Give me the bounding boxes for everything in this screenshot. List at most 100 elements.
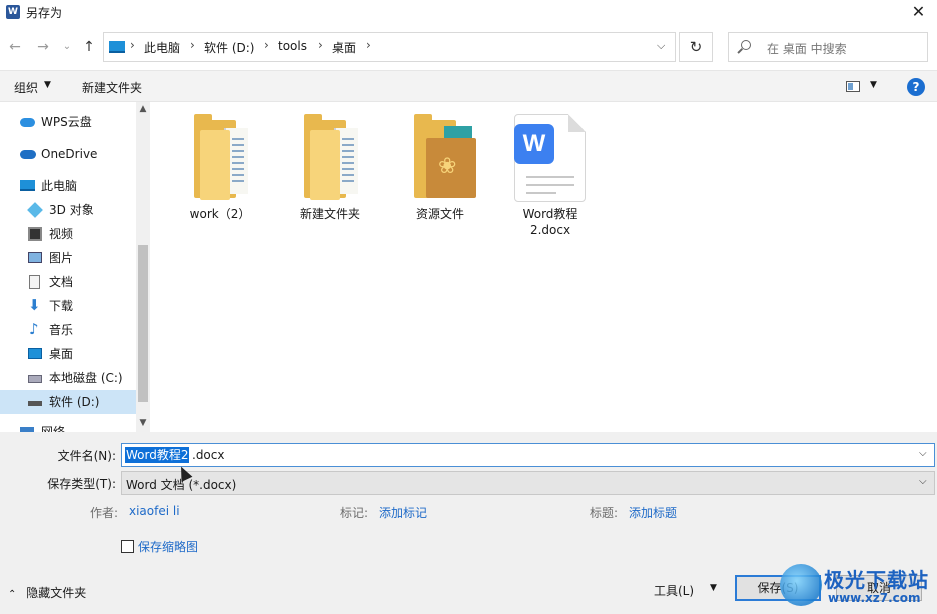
- breadcrumb-separator[interactable]: ›: [366, 38, 371, 52]
- chevron-down-icon[interactable]: ⌵: [919, 476, 927, 487]
- breadcrumb-separator[interactable]: ›: [190, 38, 195, 52]
- sidebar-item-network[interactable]: 网络: [0, 420, 136, 432]
- word-app-icon: W: [6, 5, 20, 19]
- sidebar-item-downloads[interactable]: ⬇ 下载: [0, 294, 136, 318]
- filename-label: 文件名(N):: [57, 449, 116, 463]
- sidebar-item-pictures[interactable]: 图片: [0, 246, 136, 270]
- sidebar-item-drive-d[interactable]: 软件 (D:): [0, 390, 136, 414]
- folder-icon: [414, 114, 476, 200]
- sidebar-item-label: 图片: [49, 251, 74, 265]
- watermark: 极光下载站 www.xz7.com: [780, 560, 937, 614]
- sidebar-item-label: OneDrive: [41, 147, 98, 161]
- tools-button[interactable]: 工具(L): [654, 582, 694, 599]
- help-icon: ?: [912, 80, 920, 94]
- sidebar-item-3d-objects[interactable]: 3D 对象: [0, 198, 136, 222]
- scrollbar-thumb[interactable]: [138, 245, 148, 402]
- new-folder-button[interactable]: 新建文件夹: [82, 79, 142, 96]
- search-input[interactable]: 在 桌面 中搜索: [767, 40, 847, 57]
- tags-field[interactable]: 添加标记: [379, 504, 427, 521]
- file-name-line: Word教程: [522, 207, 578, 221]
- address-bar[interactable]: › 此电脑 › 软件 (D:) › tools › 桌面 › ⌵: [103, 32, 676, 62]
- view-mode-icon[interactable]: [846, 81, 860, 92]
- forward-arrow-icon: →: [37, 39, 49, 55]
- folder-icon: [194, 114, 256, 200]
- sidebar-item-videos[interactable]: 视频: [0, 222, 136, 246]
- sidebar-item-label: 视频: [49, 227, 74, 241]
- computer-icon: [20, 180, 35, 191]
- folder-icon: [304, 114, 366, 200]
- watermark-text: 极光下载站: [824, 568, 929, 592]
- sidebar-item-onedrive[interactable]: OneDrive: [0, 142, 136, 166]
- computer-icon: [109, 41, 125, 53]
- search-box[interactable]: 在 桌面 中搜索: [728, 32, 928, 62]
- document-icon: [29, 275, 40, 289]
- dropdown-arrow-icon[interactable]: ▼: [44, 80, 51, 90]
- scroll-down-icon[interactable]: ▼: [136, 418, 150, 428]
- hide-folders-button[interactable]: ⌃ 隐藏文件夹: [8, 584, 86, 601]
- dropdown-arrow-icon[interactable]: ▼: [870, 80, 877, 90]
- sidebar-item-music[interactable]: ♪ 音乐: [0, 318, 136, 342]
- filename-input[interactable]: Word教程2 .docx ⌵: [121, 443, 935, 467]
- author-field[interactable]: xiaofei li: [129, 504, 180, 518]
- sidebar-item-label: 此电脑: [41, 179, 78, 193]
- video-icon: [28, 227, 42, 241]
- organize-button[interactable]: 组织: [14, 79, 38, 96]
- back-arrow-icon: ←: [9, 39, 21, 55]
- hide-folders-label: 隐藏文件夹: [26, 586, 87, 600]
- help-button[interactable]: ?: [907, 78, 925, 96]
- sidebar-item-label: 下载: [49, 299, 74, 313]
- close-icon: ✕: [911, 2, 926, 21]
- filetype-select[interactable]: Word 文档 (*.docx) ⌵: [121, 471, 935, 495]
- sidebar-item-label: 文档: [49, 275, 74, 289]
- sidebar-item-label: 桌面: [49, 347, 74, 361]
- dropdown-arrow-icon[interactable]: ▼: [710, 583, 717, 593]
- scroll-up-icon[interactable]: ▲: [136, 104, 150, 114]
- chevron-down-icon[interactable]: ⌵: [919, 448, 927, 459]
- breadcrumb-tools[interactable]: tools: [278, 39, 307, 53]
- chevron-down-icon[interactable]: ⌵: [657, 39, 665, 53]
- close-button[interactable]: ✕: [900, 0, 937, 26]
- sidebar-item-wps-cloud[interactable]: WPS云盘: [0, 110, 136, 134]
- back-button[interactable]: ←: [6, 38, 24, 56]
- sidebar-item-documents[interactable]: 文档: [0, 270, 136, 294]
- picture-icon: [28, 252, 42, 263]
- save-thumbnail-label[interactable]: 保存缩略图: [138, 538, 198, 555]
- sidebar-item-label: 音乐: [49, 323, 74, 337]
- breadcrumb-desktop[interactable]: 桌面: [332, 39, 356, 56]
- file-list: work（2） 新建文件夹 资源文件 W Word教程 2.docx: [150, 102, 937, 432]
- word-logo-icon: W: [514, 124, 554, 164]
- breadcrumb-this-pc[interactable]: 此电脑: [144, 39, 180, 56]
- save-thumbnail-checkbox[interactable]: [121, 540, 134, 553]
- command-toolbar: 组织 ▼ 新建文件夹 ▼ ?: [0, 70, 937, 102]
- sidebar-item-drive-c[interactable]: 本地磁盘 (C:): [0, 366, 136, 390]
- navigation-pane: WPS云盘 OneDrive 此电脑 3D 对象 视频 图片 文档 ⬇ 下载 ♪…: [0, 102, 150, 432]
- refresh-button[interactable]: ↻: [679, 32, 713, 62]
- download-icon: ⬇: [28, 296, 41, 314]
- window-title: 另存为: [26, 6, 63, 20]
- sidebar-item-label: 3D 对象: [49, 203, 94, 217]
- title-label: 标题:: [590, 506, 619, 520]
- cloud-icon: [20, 118, 35, 127]
- breadcrumb-separator[interactable]: ›: [130, 38, 135, 52]
- title-field[interactable]: 添加标题: [629, 504, 677, 521]
- author-label: 作者:: [90, 506, 119, 520]
- search-icon: [741, 40, 751, 50]
- breadcrumb-separator[interactable]: ›: [264, 38, 269, 52]
- breadcrumb-separator[interactable]: ›: [318, 38, 323, 52]
- breadcrumb-drive-d[interactable]: 软件 (D:): [204, 39, 254, 56]
- word-document-icon: W: [514, 114, 586, 202]
- sidebar-item-this-pc[interactable]: 此电脑: [0, 174, 136, 198]
- recent-locations-button[interactable]: ⌄: [58, 38, 76, 56]
- desktop-icon: [28, 348, 42, 359]
- up-button[interactable]: ↑: [80, 38, 98, 56]
- onedrive-icon: [20, 150, 36, 159]
- sidebar-item-label: 软件 (D:): [49, 395, 100, 409]
- sidebar-item-desktop[interactable]: 桌面: [0, 342, 136, 366]
- forward-button[interactable]: →: [34, 38, 52, 56]
- filename-extension-text: .docx: [192, 448, 225, 462]
- up-arrow-icon: ↑: [83, 39, 95, 55]
- tags-label: 标记:: [340, 506, 369, 520]
- file-name-line: 2.docx: [529, 223, 571, 237]
- sidebar-scrollbar[interactable]: ▲ ▼: [136, 102, 150, 432]
- cube-icon: [27, 202, 43, 218]
